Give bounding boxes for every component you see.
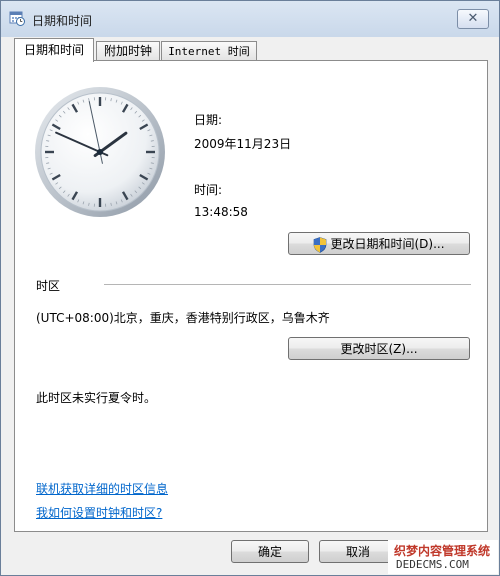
date-value: 2009年11月23日 (194, 137, 292, 151)
time-label: 时间: (194, 183, 223, 197)
how-to-set-clock-link[interactable]: 我如何设置时钟和时区? (36, 504, 162, 521)
change-date-time-button[interactable]: 更改日期和时间(D)... (288, 232, 470, 255)
watermark-logo: 织梦内容管理系统 DEDECMS.COM (388, 540, 498, 574)
watermark-line1: 织梦内容管理系统 (394, 544, 491, 558)
ok-button[interactable]: 确定 (231, 540, 309, 563)
window-title: 日期和时间 (32, 14, 93, 28)
tab-panel: 日期: 2009年11月23日 时间: 13:48:58 更改日期和时间(D).… (14, 60, 488, 532)
time-value: 13:48:58 (194, 205, 248, 219)
date-time-dialog: 日期和时间 ✕ 日期和时间 附加时钟 Internet 时间 日期: 2009年… (0, 0, 500, 576)
date-label: 日期: (194, 113, 223, 127)
dst-note: 此时区未实行夏令时。 (36, 391, 157, 405)
tab-internet-time[interactable]: Internet 时间 (161, 41, 257, 61)
tab-date-time[interactable]: 日期和时间 (14, 38, 94, 62)
timezone-divider (104, 284, 471, 285)
online-timezone-info-link[interactable]: 联机获取详细的时区信息 (36, 480, 168, 497)
tab-additional-clocks[interactable]: 附加时钟 (96, 41, 160, 61)
timezone-value: (UTC+08:00)北京，重庆，香港特别行政区，乌鲁木齐 (36, 311, 330, 325)
clock-center (97, 149, 103, 155)
calendar-clock-icon (9, 11, 25, 26)
change-timezone-button[interactable]: 更改时区(Z)... (288, 337, 470, 360)
timezone-section-label: 时区 (36, 279, 61, 293)
watermark-line2: DEDECMS.COM (396, 558, 469, 571)
title-bar: 日期和时间 ✕ (1, 1, 499, 37)
uac-shield-icon (314, 236, 327, 253)
close-button[interactable]: ✕ (457, 9, 489, 29)
change-date-time-label: 更改日期和时间(D)... (330, 237, 445, 251)
analog-clock (35, 87, 165, 217)
close-icon: ✕ (467, 11, 479, 26)
cancel-button[interactable]: 取消 (319, 540, 397, 563)
